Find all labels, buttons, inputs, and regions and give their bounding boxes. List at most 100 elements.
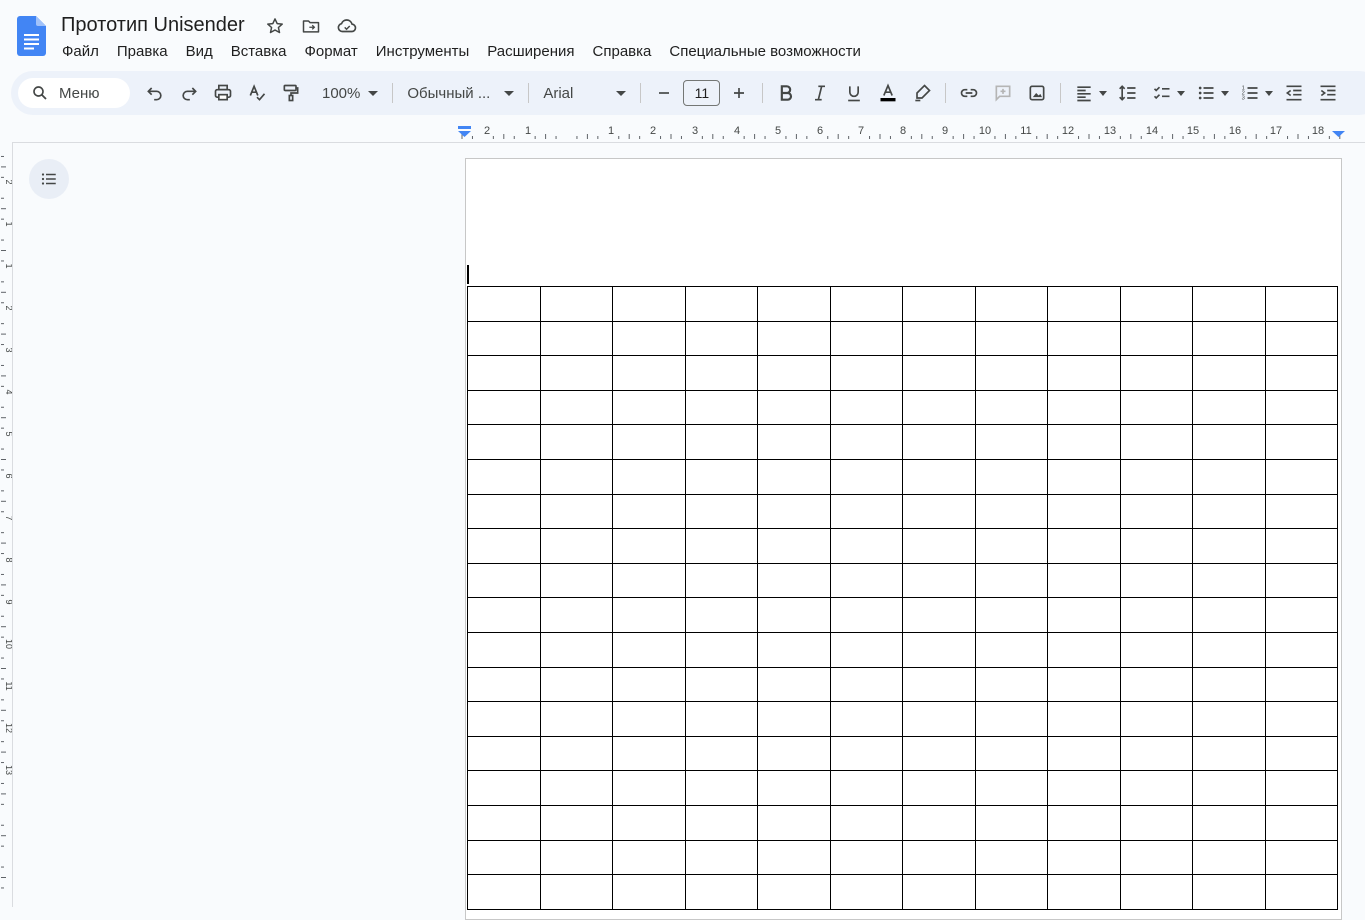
table-cell[interactable]: [1192, 701, 1266, 737]
table-cell[interactable]: [902, 528, 976, 564]
table-cell[interactable]: [1192, 424, 1266, 460]
table-cell[interactable]: [539, 666, 613, 703]
table-cell[interactable]: [684, 701, 758, 737]
table-cell[interactable]: [1047, 389, 1121, 426]
table-cell[interactable]: [1119, 804, 1193, 841]
table-cell[interactable]: [1047, 320, 1121, 357]
underline-button[interactable]: [840, 79, 868, 107]
google-docs-logo-icon[interactable]: [17, 16, 46, 56]
table-cell[interactable]: [902, 389, 976, 426]
table-cell[interactable]: [902, 839, 976, 876]
table-cell[interactable]: [1047, 458, 1121, 495]
table-cell[interactable]: [1047, 493, 1121, 530]
table-cell[interactable]: [612, 735, 686, 772]
text-color-button[interactable]: [874, 79, 902, 107]
table-cell[interactable]: [902, 493, 976, 530]
table-cell[interactable]: [684, 735, 758, 772]
table-cell[interactable]: [1264, 528, 1338, 564]
table-cell[interactable]: [1264, 839, 1338, 876]
table-cell[interactable]: [974, 562, 1048, 599]
line-spacing-button[interactable]: [1114, 79, 1142, 107]
table-cell[interactable]: [829, 458, 903, 495]
table-cell[interactable]: [902, 804, 976, 841]
table-cell[interactable]: [1192, 735, 1266, 772]
table-cell[interactable]: [539, 874, 613, 910]
undo-button[interactable]: [141, 79, 169, 107]
table-cell[interactable]: [467, 770, 541, 806]
table-cell[interactable]: [1192, 493, 1266, 530]
table-cell[interactable]: [1047, 804, 1121, 841]
decrease-indent-button[interactable]: [1280, 79, 1308, 107]
table-cell[interactable]: [1047, 631, 1121, 668]
table-cell[interactable]: [974, 701, 1048, 737]
cloud-saved-icon[interactable]: [336, 15, 358, 37]
table-cell[interactable]: [757, 286, 831, 322]
table-cell[interactable]: [539, 286, 613, 322]
insert-link-button[interactable]: [955, 79, 983, 107]
table-cell[interactable]: [974, 458, 1048, 495]
table-cell[interactable]: [1047, 735, 1121, 772]
table-cell[interactable]: [1264, 286, 1338, 322]
table-cell[interactable]: [757, 528, 831, 564]
numbered-list-button[interactable]: 123: [1236, 79, 1264, 107]
table-cell[interactable]: [902, 424, 976, 460]
table-cell[interactable]: [684, 562, 758, 599]
table-cell[interactable]: [612, 666, 686, 703]
menu-edit[interactable]: Правка: [108, 40, 177, 64]
table-cell[interactable]: [1047, 839, 1121, 876]
table-cell[interactable]: [684, 493, 758, 530]
table-cell[interactable]: [684, 424, 758, 460]
table-cell[interactable]: [684, 355, 758, 391]
table-cell[interactable]: [902, 320, 976, 357]
table-cell[interactable]: [829, 528, 903, 564]
increase-font-size-button[interactable]: [725, 79, 753, 107]
table-cell[interactable]: [1119, 355, 1193, 391]
document-title[interactable]: Прототип Unisender: [61, 13, 245, 37]
bulleted-list-button[interactable]: [1192, 79, 1220, 107]
menu-accessibility[interactable]: Специальные возможности: [660, 40, 870, 64]
table-cell[interactable]: [539, 735, 613, 772]
table-cell[interactable]: [539, 424, 613, 460]
redo-button[interactable]: [175, 79, 203, 107]
table-cell[interactable]: [612, 631, 686, 668]
menu-tools[interactable]: Инструменты: [367, 40, 479, 64]
increase-indent-button[interactable]: [1314, 79, 1342, 107]
table-cell[interactable]: [902, 770, 976, 806]
table-cell[interactable]: [612, 804, 686, 841]
table-cell[interactable]: [612, 493, 686, 530]
table-cell[interactable]: [1119, 839, 1193, 876]
vertical-ruler[interactable]: 2112345678910111213: [0, 142, 13, 907]
table-cell[interactable]: [902, 735, 976, 772]
table-cell[interactable]: [974, 839, 1048, 876]
table-cell[interactable]: [1119, 389, 1193, 426]
table-cell[interactable]: [757, 562, 831, 599]
table-cell[interactable]: [539, 597, 613, 633]
table-cell[interactable]: [467, 286, 541, 322]
table-cell[interactable]: [902, 631, 976, 668]
table-cell[interactable]: [612, 701, 686, 737]
table-cell[interactable]: [902, 286, 976, 322]
table-cell[interactable]: [684, 631, 758, 668]
table-cell[interactable]: [539, 701, 613, 737]
document-page[interactable]: [465, 158, 1342, 920]
table-cell[interactable]: [829, 839, 903, 876]
table-cell[interactable]: [829, 493, 903, 530]
table-cell[interactable]: [1264, 735, 1338, 772]
table-cell[interactable]: [467, 735, 541, 772]
insert-image-button[interactable]: [1023, 79, 1051, 107]
table-cell[interactable]: [974, 631, 1048, 668]
table-cell[interactable]: [757, 631, 831, 668]
table-cell[interactable]: [1119, 770, 1193, 806]
table-cell[interactable]: [1264, 424, 1338, 460]
italic-button[interactable]: [806, 79, 834, 107]
table-cell[interactable]: [1264, 666, 1338, 703]
zoom-select[interactable]: 100%: [318, 79, 382, 107]
table-cell[interactable]: [539, 320, 613, 357]
table-cell[interactable]: [1192, 631, 1266, 668]
table-cell[interactable]: [684, 389, 758, 426]
table-cell[interactable]: [902, 562, 976, 599]
table-cell[interactable]: [829, 770, 903, 806]
print-button[interactable]: [209, 79, 237, 107]
table-cell[interactable]: [1192, 528, 1266, 564]
table-cell[interactable]: [829, 804, 903, 841]
